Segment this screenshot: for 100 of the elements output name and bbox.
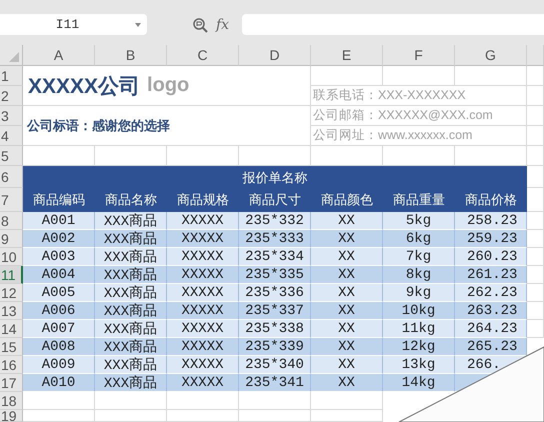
row-header[interactable]: 3 xyxy=(0,106,23,126)
column-header[interactable]: B xyxy=(95,45,167,66)
table-cell: XXXXX xyxy=(167,302,239,320)
column-header[interactable]: A xyxy=(23,45,95,66)
table-cell: 235*338 xyxy=(239,320,311,338)
row-header[interactable]: 7 xyxy=(0,188,23,212)
table-cell: XXXXX xyxy=(167,374,239,392)
table-cell: A009 xyxy=(23,356,95,374)
table-cell: 258.23 xyxy=(455,212,527,230)
table-cell: XX xyxy=(311,320,383,338)
row-header[interactable]: 19 xyxy=(0,410,23,422)
column-heading: 商品价格 xyxy=(455,188,527,212)
table-cell: XXXXX xyxy=(167,356,239,374)
table-cell: XX xyxy=(311,266,383,284)
table-cell: 264.23 xyxy=(455,320,527,338)
table-cell: 265.23 xyxy=(455,338,527,356)
table-cell: XXX商品 xyxy=(95,212,167,230)
function-button[interactable]: fx xyxy=(216,16,230,32)
table-cell: A006 xyxy=(23,302,95,320)
column-heading: 商品规格 xyxy=(167,188,239,212)
column-heading: 商品尺寸 xyxy=(239,188,311,212)
table-cell: A001 xyxy=(23,212,95,230)
company-name: XXXXX公司 xyxy=(28,74,140,100)
table-cell: 235*335 xyxy=(239,266,311,284)
table-cell: XXXXX xyxy=(167,248,239,266)
table-cell: 259.23 xyxy=(455,230,527,248)
column-heading: 商品名称 xyxy=(95,188,167,212)
table-cell: 261.23 xyxy=(455,266,527,284)
table-cell: 6kg xyxy=(383,230,455,248)
table-cell: A004 xyxy=(23,266,95,284)
table-cell: XX xyxy=(311,284,383,302)
table-cell: 235*333 xyxy=(239,230,311,248)
row-header[interactable]: 9 xyxy=(0,230,23,248)
row-header[interactable]: 6 xyxy=(0,166,23,188)
table-cell: XXXXX xyxy=(167,320,239,338)
merged-cell[interactable]: XXXXX公司 logo xyxy=(23,66,311,106)
table-cell: XXX商品 xyxy=(95,320,167,338)
empty-cell[interactable] xyxy=(527,146,544,166)
table-cell: XX xyxy=(311,212,383,230)
table-cell: 13kg xyxy=(383,356,455,374)
table-cell: XXX商品 xyxy=(95,302,167,320)
row-header[interactable]: 13 xyxy=(0,302,23,320)
table-cell: XX xyxy=(311,248,383,266)
table-cell: 235*332 xyxy=(239,212,311,230)
row-header[interactable]: 18 xyxy=(0,392,23,410)
empty-cell[interactable] xyxy=(167,410,239,422)
table-cell: XXXXX xyxy=(167,338,239,356)
empty-cell[interactable] xyxy=(239,410,311,422)
column-header[interactable]: E xyxy=(311,45,383,66)
row-header[interactable]: 4 xyxy=(0,126,23,146)
table-cell: A005 xyxy=(23,284,95,302)
table-cell: 8kg xyxy=(383,266,455,284)
column-heading: 商品颜色 xyxy=(311,188,383,212)
formula-input[interactable] xyxy=(242,14,544,35)
row-header[interactable]: 5 xyxy=(0,146,23,166)
table-cell: A008 xyxy=(23,338,95,356)
table-cell: XX xyxy=(311,230,383,248)
table-cell: XXX商品 xyxy=(95,230,167,248)
table-cell: XXXXX xyxy=(167,284,239,302)
column-header[interactable]: D xyxy=(239,45,311,66)
table-cell: XXX商品 xyxy=(95,356,167,374)
select-all-icon[interactable] xyxy=(9,52,19,62)
row-header[interactable]: 16 xyxy=(0,356,23,374)
row-header[interactable]: 14 xyxy=(0,320,23,338)
column-heading: 商品编码 xyxy=(23,188,95,212)
column-header[interactable]: C xyxy=(167,45,239,66)
caret-icon[interactable] xyxy=(135,22,141,26)
logo-placeholder: logo xyxy=(147,74,190,97)
table-cell: A002 xyxy=(23,230,95,248)
row-header[interactable]: 15 xyxy=(0,338,23,356)
empty-cell[interactable] xyxy=(95,410,167,422)
table-cell: 5kg xyxy=(383,212,455,230)
table-cell: A003 xyxy=(23,248,95,266)
row-header[interactable]: 17 xyxy=(0,374,23,392)
row-header[interactable]: 11 xyxy=(0,266,23,284)
row-header[interactable]: 12 xyxy=(0,284,23,302)
column-header[interactable] xyxy=(527,45,544,66)
table-cell: 11kg xyxy=(383,320,455,338)
empty-cell[interactable] xyxy=(311,410,383,422)
table-cell: 7kg xyxy=(383,248,455,266)
table-cell: 235*336 xyxy=(239,284,311,302)
row-header[interactable]: 10 xyxy=(0,248,23,266)
table-cell: XXXXX xyxy=(167,266,239,284)
table-cell: 10kg xyxy=(383,302,455,320)
table-cell: XXX商品 xyxy=(95,338,167,356)
row-header[interactable]: 8 xyxy=(0,212,23,230)
column-header[interactable]: F xyxy=(383,45,455,66)
cell-reference: I11 xyxy=(54,17,80,32)
table-cell: 260.23 xyxy=(455,248,527,266)
row-header[interactable]: 2 xyxy=(0,86,23,106)
table-cell: A010 xyxy=(23,374,95,392)
row-header[interactable]: 1 xyxy=(0,66,23,86)
zoom-icon[interactable] xyxy=(192,16,208,32)
name-box[interactable]: I11 xyxy=(0,14,147,35)
table-cell: 235*339 xyxy=(239,338,311,356)
table-cell: XXX商品 xyxy=(95,248,167,266)
column-header[interactable]: G xyxy=(455,45,527,66)
table-cell: XXX商品 xyxy=(95,374,167,392)
table-cell: XXXXX xyxy=(167,212,239,230)
table-title: 报价单名称 xyxy=(23,166,527,188)
